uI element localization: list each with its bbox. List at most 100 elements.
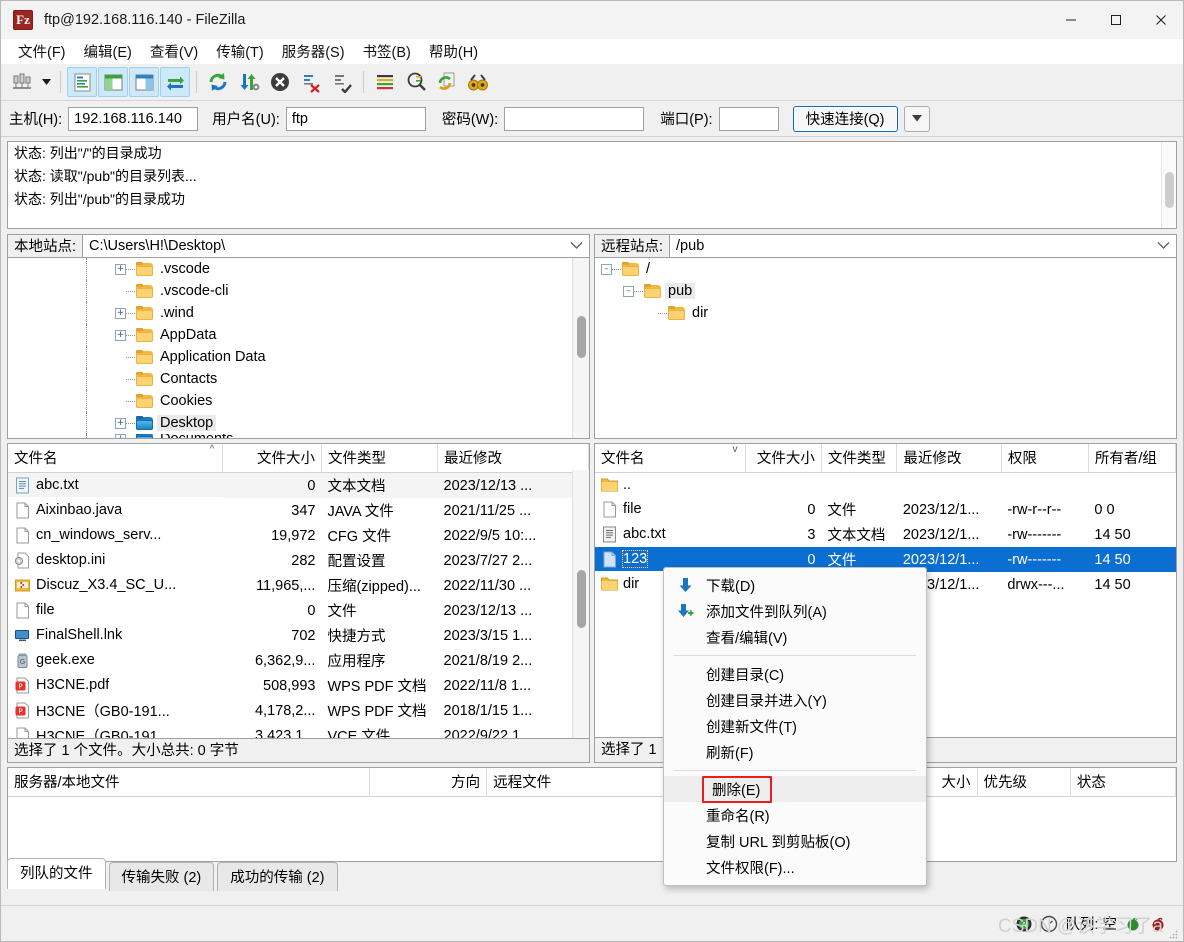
expand-icon[interactable]: +	[115, 434, 126, 438]
menu-edit[interactable]: 编辑(E)	[75, 39, 141, 64]
table-row[interactable]: ..	[595, 473, 1176, 498]
menu-file[interactable]: 文件(F)	[9, 39, 75, 64]
port-input[interactable]	[718, 106, 779, 131]
column-header-owner-group[interactable]: 所有者/组	[1088, 444, 1176, 473]
tree-node[interactable]: Cookies	[8, 390, 589, 412]
menu-item-rename[interactable]: 重命名(R)	[664, 802, 926, 828]
tree-node-pub[interactable]: – pub	[595, 280, 1176, 302]
column-header-filesize[interactable]: 文件大小	[745, 444, 822, 473]
menu-server[interactable]: 服务器(S)	[273, 39, 354, 64]
tree-node[interactable]: Contacts	[8, 368, 589, 390]
security-indicator-icon[interactable]: A	[1015, 915, 1033, 933]
menu-item-view-edit[interactable]: 查看/编辑(V)	[664, 624, 926, 650]
synchronized-browsing-icon[interactable]	[432, 67, 462, 97]
column-header-filetype[interactable]: 文件类型	[821, 444, 898, 473]
table-row[interactable]: H3CNE（GB0-191... 3,423,1... VCE 文件 2022/…	[8, 723, 589, 738]
site-manager-icon[interactable]	[7, 67, 37, 97]
expand-icon[interactable]: +	[115, 329, 126, 341]
table-row[interactable]: cn_windows_serv... 19,972 CFG 文件 2022/9/…	[8, 523, 589, 548]
log-scrollbar[interactable]	[1161, 142, 1176, 228]
filter-icon[interactable]	[370, 67, 400, 97]
expand-icon[interactable]: +	[115, 417, 126, 429]
menu-item-refresh[interactable]: 刷新(F)	[664, 739, 926, 765]
tree-node[interactable]: .vscode-cli	[8, 280, 589, 302]
tree-node-root[interactable]: – /	[595, 258, 1176, 280]
tree-node[interactable]: + Documents	[8, 434, 589, 438]
table-row[interactable]: file 0 文件 2023/12/1... -rw-r--r-- 0 0	[595, 497, 1176, 522]
tab-successful-transfers[interactable]: 成功的传输 (2)	[217, 862, 338, 891]
site-manager-dropdown-icon[interactable]	[38, 68, 54, 96]
refresh-icon[interactable]	[203, 67, 233, 97]
column-header-modified[interactable]: 最近修改	[437, 444, 589, 473]
column-header-direction[interactable]: 方向	[369, 768, 488, 797]
table-row[interactable]: Discuz_X3.4_SC_U... 11,965,... 压缩(zipped…	[8, 573, 589, 598]
menu-view[interactable]: 查看(V)	[141, 39, 207, 64]
column-header-permissions[interactable]: 权限	[1001, 444, 1089, 473]
toggle-transfer-queue-icon[interactable]	[160, 67, 190, 97]
column-header-status[interactable]: 状态	[1070, 768, 1176, 797]
menu-item-create-directory-and-enter[interactable]: 创建目录并进入(Y)	[664, 687, 926, 713]
toggle-local-tree-icon[interactable]	[98, 67, 128, 97]
table-row[interactable]: P H3CNE（GB0-191... 4,178,2... WPS PDF 文档…	[8, 698, 589, 723]
local-directory-tree[interactable]: + .vscode .vscode-cli + .wind + AppData …	[7, 258, 590, 439]
column-header-priority[interactable]: 优先级	[977, 768, 1071, 797]
tree-node-dir[interactable]: dir	[595, 302, 1176, 324]
menu-item-copy-url-to-clipboard[interactable]: 复制 URL 到剪贴板(O)	[664, 828, 926, 854]
menu-item-create-directory[interactable]: 创建目录(C)	[664, 661, 926, 687]
column-header-filesize[interactable]: 文件大小	[222, 444, 322, 473]
table-row[interactable]: P H3CNE.pdf 508,993 WPS PDF 文档 2022/11/8…	[8, 673, 589, 698]
process-queue-icon[interactable]	[234, 67, 264, 97]
expand-icon[interactable]: +	[115, 263, 126, 275]
tree-node[interactable]: + AppData	[8, 324, 589, 346]
remote-site-path-combo[interactable]: /pub	[669, 234, 1177, 258]
local-file-list[interactable]: 文件名 ^ 文件大小 文件类型 最近修改 abc.txt 0 文本文档 2023…	[7, 443, 590, 739]
quickconnect-history-dropdown-icon[interactable]	[903, 105, 930, 132]
expand-icon[interactable]: +	[115, 307, 126, 319]
column-header-filetype[interactable]: 文件类型	[321, 444, 439, 473]
tab-failed-transfers[interactable]: 传输失败 (2)	[108, 862, 215, 891]
chevron-down-icon[interactable]	[1157, 238, 1170, 254]
close-button[interactable]	[1138, 1, 1183, 39]
table-row[interactable]: desktop.ini 282 配置设置 2023/7/27 2...	[8, 548, 589, 573]
remote-directory-tree[interactable]: – / – pub dir	[594, 258, 1177, 439]
menu-item-download[interactable]: 下载(D)	[664, 572, 926, 598]
password-input[interactable]	[504, 106, 645, 131]
column-header-server-local-file[interactable]: 服务器/本地文件	[8, 768, 371, 797]
column-header-modified[interactable]: 最近修改	[896, 444, 1002, 473]
tree-node-desktop[interactable]: + Desktop	[8, 412, 589, 434]
username-input[interactable]	[285, 106, 426, 131]
table-row[interactable]: G geek.exe 6,362,9... 应用程序 2021/8/19 2..…	[8, 648, 589, 673]
disconnect-icon[interactable]	[296, 67, 326, 97]
menu-item-delete[interactable]: 删除(E)	[664, 775, 926, 803]
menu-transfer[interactable]: 传输(T)	[207, 39, 273, 64]
table-row[interactable]: Aixinbao.java 347 JAVA 文件 2021/11/25 ...	[8, 498, 589, 523]
tree-node[interactable]: + .vscode	[8, 258, 589, 280]
tree-node[interactable]: + .wind	[8, 302, 589, 324]
collapse-icon[interactable]: –	[623, 285, 634, 297]
minimize-button[interactable]	[1048, 1, 1093, 39]
menu-bookmarks[interactable]: 书签(B)	[354, 39, 420, 64]
quickconnect-button[interactable]: 快速连接(Q)	[792, 105, 898, 132]
speed-limit-icon[interactable]	[1040, 915, 1058, 933]
find-files-icon[interactable]	[463, 67, 493, 97]
menu-item-file-permissions[interactable]: 文件权限(F)...	[664, 854, 926, 880]
tab-queued-files[interactable]: 列队的文件	[7, 858, 106, 889]
local-site-path-combo[interactable]: C:\Users\H!\Desktop\	[82, 234, 590, 258]
chevron-down-icon[interactable]	[570, 238, 583, 254]
reconnect-icon[interactable]	[327, 67, 357, 97]
cancel-operation-icon[interactable]	[265, 67, 295, 97]
menu-item-create-new-file[interactable]: 创建新文件(T)	[664, 713, 926, 739]
directory-compare-icon[interactable]	[401, 67, 431, 97]
column-header-filename[interactable]: 文件名 ^	[8, 444, 224, 473]
resize-grip-icon[interactable]	[1168, 927, 1179, 939]
toggle-remote-tree-icon[interactable]	[129, 67, 159, 97]
host-input[interactable]	[68, 106, 199, 131]
menu-item-add-to-queue[interactable]: 添加文件到队列(A)	[664, 598, 926, 624]
table-row[interactable]: abc.txt 0 文本文档 2023/12/13 ...	[8, 472, 589, 498]
table-row[interactable]: abc.txt 3 文本文档 2023/12/1... -rw------- 1…	[595, 522, 1176, 547]
maximize-button[interactable]	[1093, 1, 1138, 39]
menu-help[interactable]: 帮助(H)	[420, 39, 487, 64]
table-row[interactable]: file 0 文件 2023/12/13 ...	[8, 598, 589, 623]
table-row[interactable]: FinalShell.lnk 702 快捷方式 2023/3/15 1...	[8, 623, 589, 648]
column-header-filename[interactable]: 文件名 v	[595, 444, 747, 473]
